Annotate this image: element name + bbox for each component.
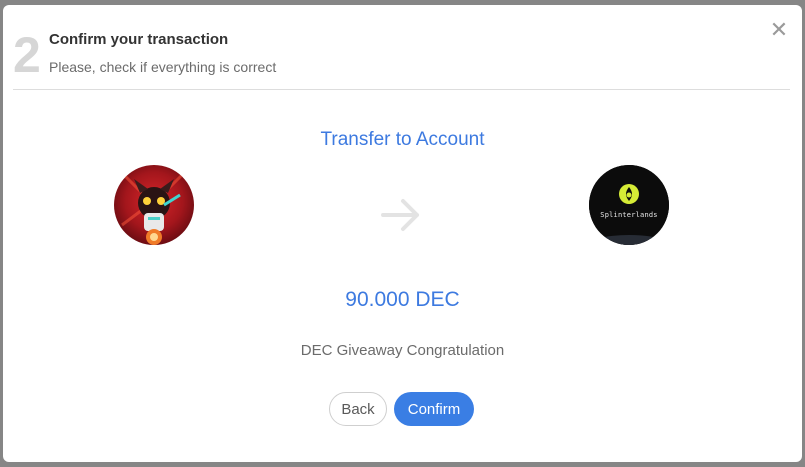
dialog-title: Confirm your transaction: [49, 31, 229, 48]
recipient-logo-text: Splinterlands: [600, 211, 658, 219]
confirm-button[interactable]: Confirm: [394, 392, 474, 426]
header-divider: [13, 89, 790, 90]
transfer-memo: DEC Giveaway Congratulation: [300, 342, 505, 359]
recipient-avatar: Splinterlands: [589, 165, 669, 245]
arrow-right-icon: [379, 193, 423, 237]
close-icon[interactable]: ✕: [768, 19, 790, 41]
confirm-transaction-dialog: ✕ 2 Confirm your transaction Please, che…: [3, 5, 802, 462]
step-number: 2: [13, 27, 41, 83]
sender-avatar: [114, 165, 194, 245]
back-button[interactable]: Back: [329, 392, 387, 426]
dialog-subtitle: Please, check if everything is correct: [49, 59, 277, 75]
transfer-title: Transfer to Account: [320, 129, 485, 150]
transfer-amount: 90.000 DEC: [345, 288, 460, 311]
